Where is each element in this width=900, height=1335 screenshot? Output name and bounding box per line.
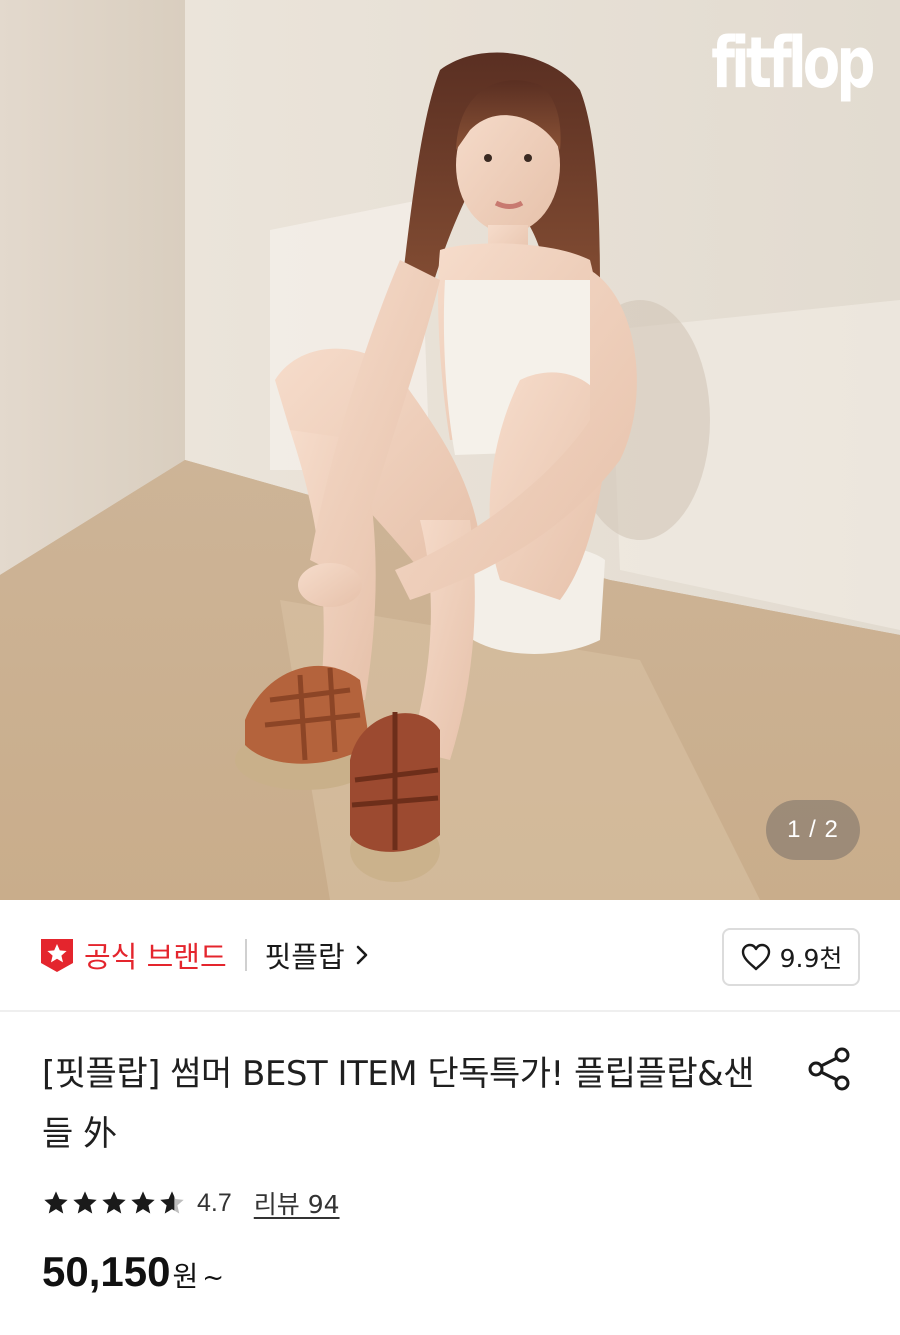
brand-store-link[interactable]: 핏플랍 xyxy=(265,934,369,976)
share-icon[interactable] xyxy=(806,1046,852,1092)
official-brand-star-icon xyxy=(38,936,76,974)
heart-outline-icon xyxy=(741,943,770,971)
rating-row: 4.7 리뷰 94 xyxy=(42,1183,340,1223)
divider xyxy=(244,939,247,971)
price-value: 50,150 xyxy=(42,1248,171,1295)
like-button[interactable]: 9.9천 xyxy=(722,928,860,986)
review-count-link[interactable]: 리뷰 94 xyxy=(254,1185,340,1221)
official-brand-label: 공식 브랜드 xyxy=(84,940,227,974)
brand-store-name: 핏플랍 xyxy=(264,940,345,974)
brand-bar: 공식 브랜드 핏플랍 9.9천 xyxy=(0,900,900,1012)
rating-value: 4.7 xyxy=(197,1188,232,1217)
hero-photo xyxy=(0,0,900,900)
price-unit: 원 xyxy=(172,1260,199,1293)
brand-logo-watermark: fitflop xyxy=(711,22,876,104)
star-half-icon xyxy=(160,1191,184,1214)
star-icon xyxy=(44,1191,68,1214)
product-title: [핏플랍] 썸머 BEST ITEM 단독특가! 플립플랍&샌들 外 xyxy=(42,1054,754,1154)
product-hero-image[interactable]: fitflop 1 / 2 xyxy=(0,0,900,900)
price-row: 50,150 원 ~ xyxy=(42,1248,224,1296)
price-suffix: ~ xyxy=(202,1263,225,1293)
star-icon xyxy=(73,1191,97,1214)
chevron-right-icon xyxy=(356,945,367,965)
star-icon xyxy=(131,1191,155,1214)
image-page-indicator: 1 / 2 xyxy=(766,800,860,860)
star-icon xyxy=(102,1191,126,1214)
rating-stars xyxy=(42,1189,187,1217)
like-count: 9.9천 xyxy=(779,944,843,973)
